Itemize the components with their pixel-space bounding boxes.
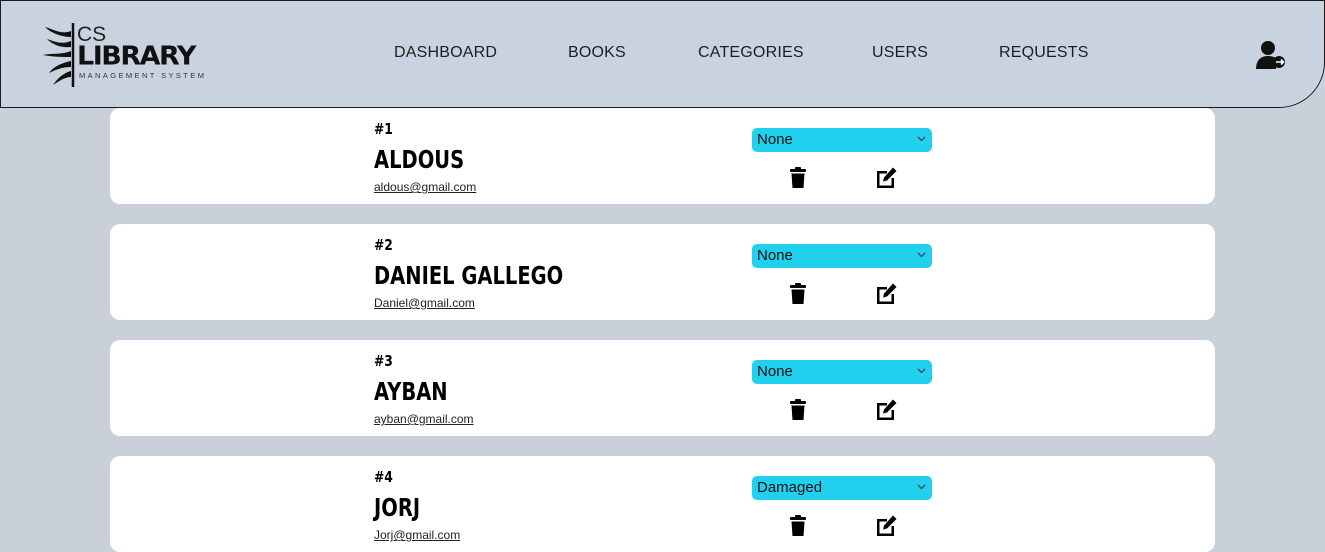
trash-icon[interactable] [786, 282, 810, 306]
logo-subtitle: MANAGEMENT SYSTEM [79, 71, 207, 80]
trash-icon[interactable] [786, 166, 810, 190]
chevron-down-icon [917, 252, 926, 258]
trash-icon[interactable] [786, 514, 810, 538]
cs-library-logo[interactable]: CS LIBRARY MANAGEMENT SYSTEM [37, 19, 221, 91]
chevron-down-icon [917, 136, 926, 142]
user-number: #4 [374, 468, 393, 486]
user-email-link[interactable]: Daniel@gmail.com [374, 296, 475, 310]
nav-requests[interactable]: REQUESTS [999, 44, 1089, 62]
status-select-value: None [757, 131, 793, 148]
chevron-down-icon [917, 368, 926, 374]
nav-categories[interactable]: CATEGORIES [698, 44, 804, 62]
user-card: #1 ALDOUS aldous@gmail.com None [110, 108, 1215, 204]
user-name: ALDOUS [374, 145, 465, 174]
status-select[interactable]: None [752, 128, 932, 152]
trash-icon[interactable] [786, 398, 810, 422]
user-name: DANIEL GALLEGO [374, 261, 564, 290]
edit-icon[interactable] [874, 166, 898, 190]
user-number: #2 [374, 236, 393, 254]
chevron-down-icon [917, 484, 926, 490]
nav-books[interactable]: BOOKS [568, 44, 626, 62]
top-navbar: CS LIBRARY MANAGEMENT SYSTEM DASHBOARD B… [0, 0, 1325, 108]
nav-users[interactable]: USERS [872, 44, 928, 62]
user-number: #3 [374, 352, 393, 370]
status-select[interactable]: None [752, 244, 932, 268]
edit-icon[interactable] [874, 514, 898, 538]
edit-icon[interactable] [874, 398, 898, 422]
status-select-value: Damaged [757, 479, 823, 496]
status-select-value: None [757, 247, 793, 264]
user-card: #3 AYBAN ayban@gmail.com None [110, 340, 1215, 436]
user-card: #4 JORJ Jorj@gmail.com Damaged [110, 456, 1215, 552]
user-name: AYBAN [374, 377, 448, 406]
status-select-value: None [757, 363, 793, 380]
logo-library-text: LIBRARY [77, 41, 196, 72]
user-email-link[interactable]: ayban@gmail.com [374, 412, 474, 426]
edit-icon[interactable] [874, 282, 898, 306]
user-email-link[interactable]: Jorj@gmail.com [374, 528, 460, 542]
user-card: #2 DANIEL GALLEGO Daniel@gmail.com None [110, 224, 1215, 320]
user-logout-icon[interactable] [1255, 40, 1287, 70]
status-select[interactable]: None [752, 360, 932, 384]
user-number: #1 [374, 120, 393, 138]
user-name: JORJ [374, 493, 421, 522]
status-select[interactable]: Damaged [752, 476, 932, 500]
book-logo-icon [43, 23, 75, 87]
user-email-link[interactable]: aldous@gmail.com [374, 180, 476, 194]
nav-dashboard[interactable]: DASHBOARD [394, 44, 497, 62]
